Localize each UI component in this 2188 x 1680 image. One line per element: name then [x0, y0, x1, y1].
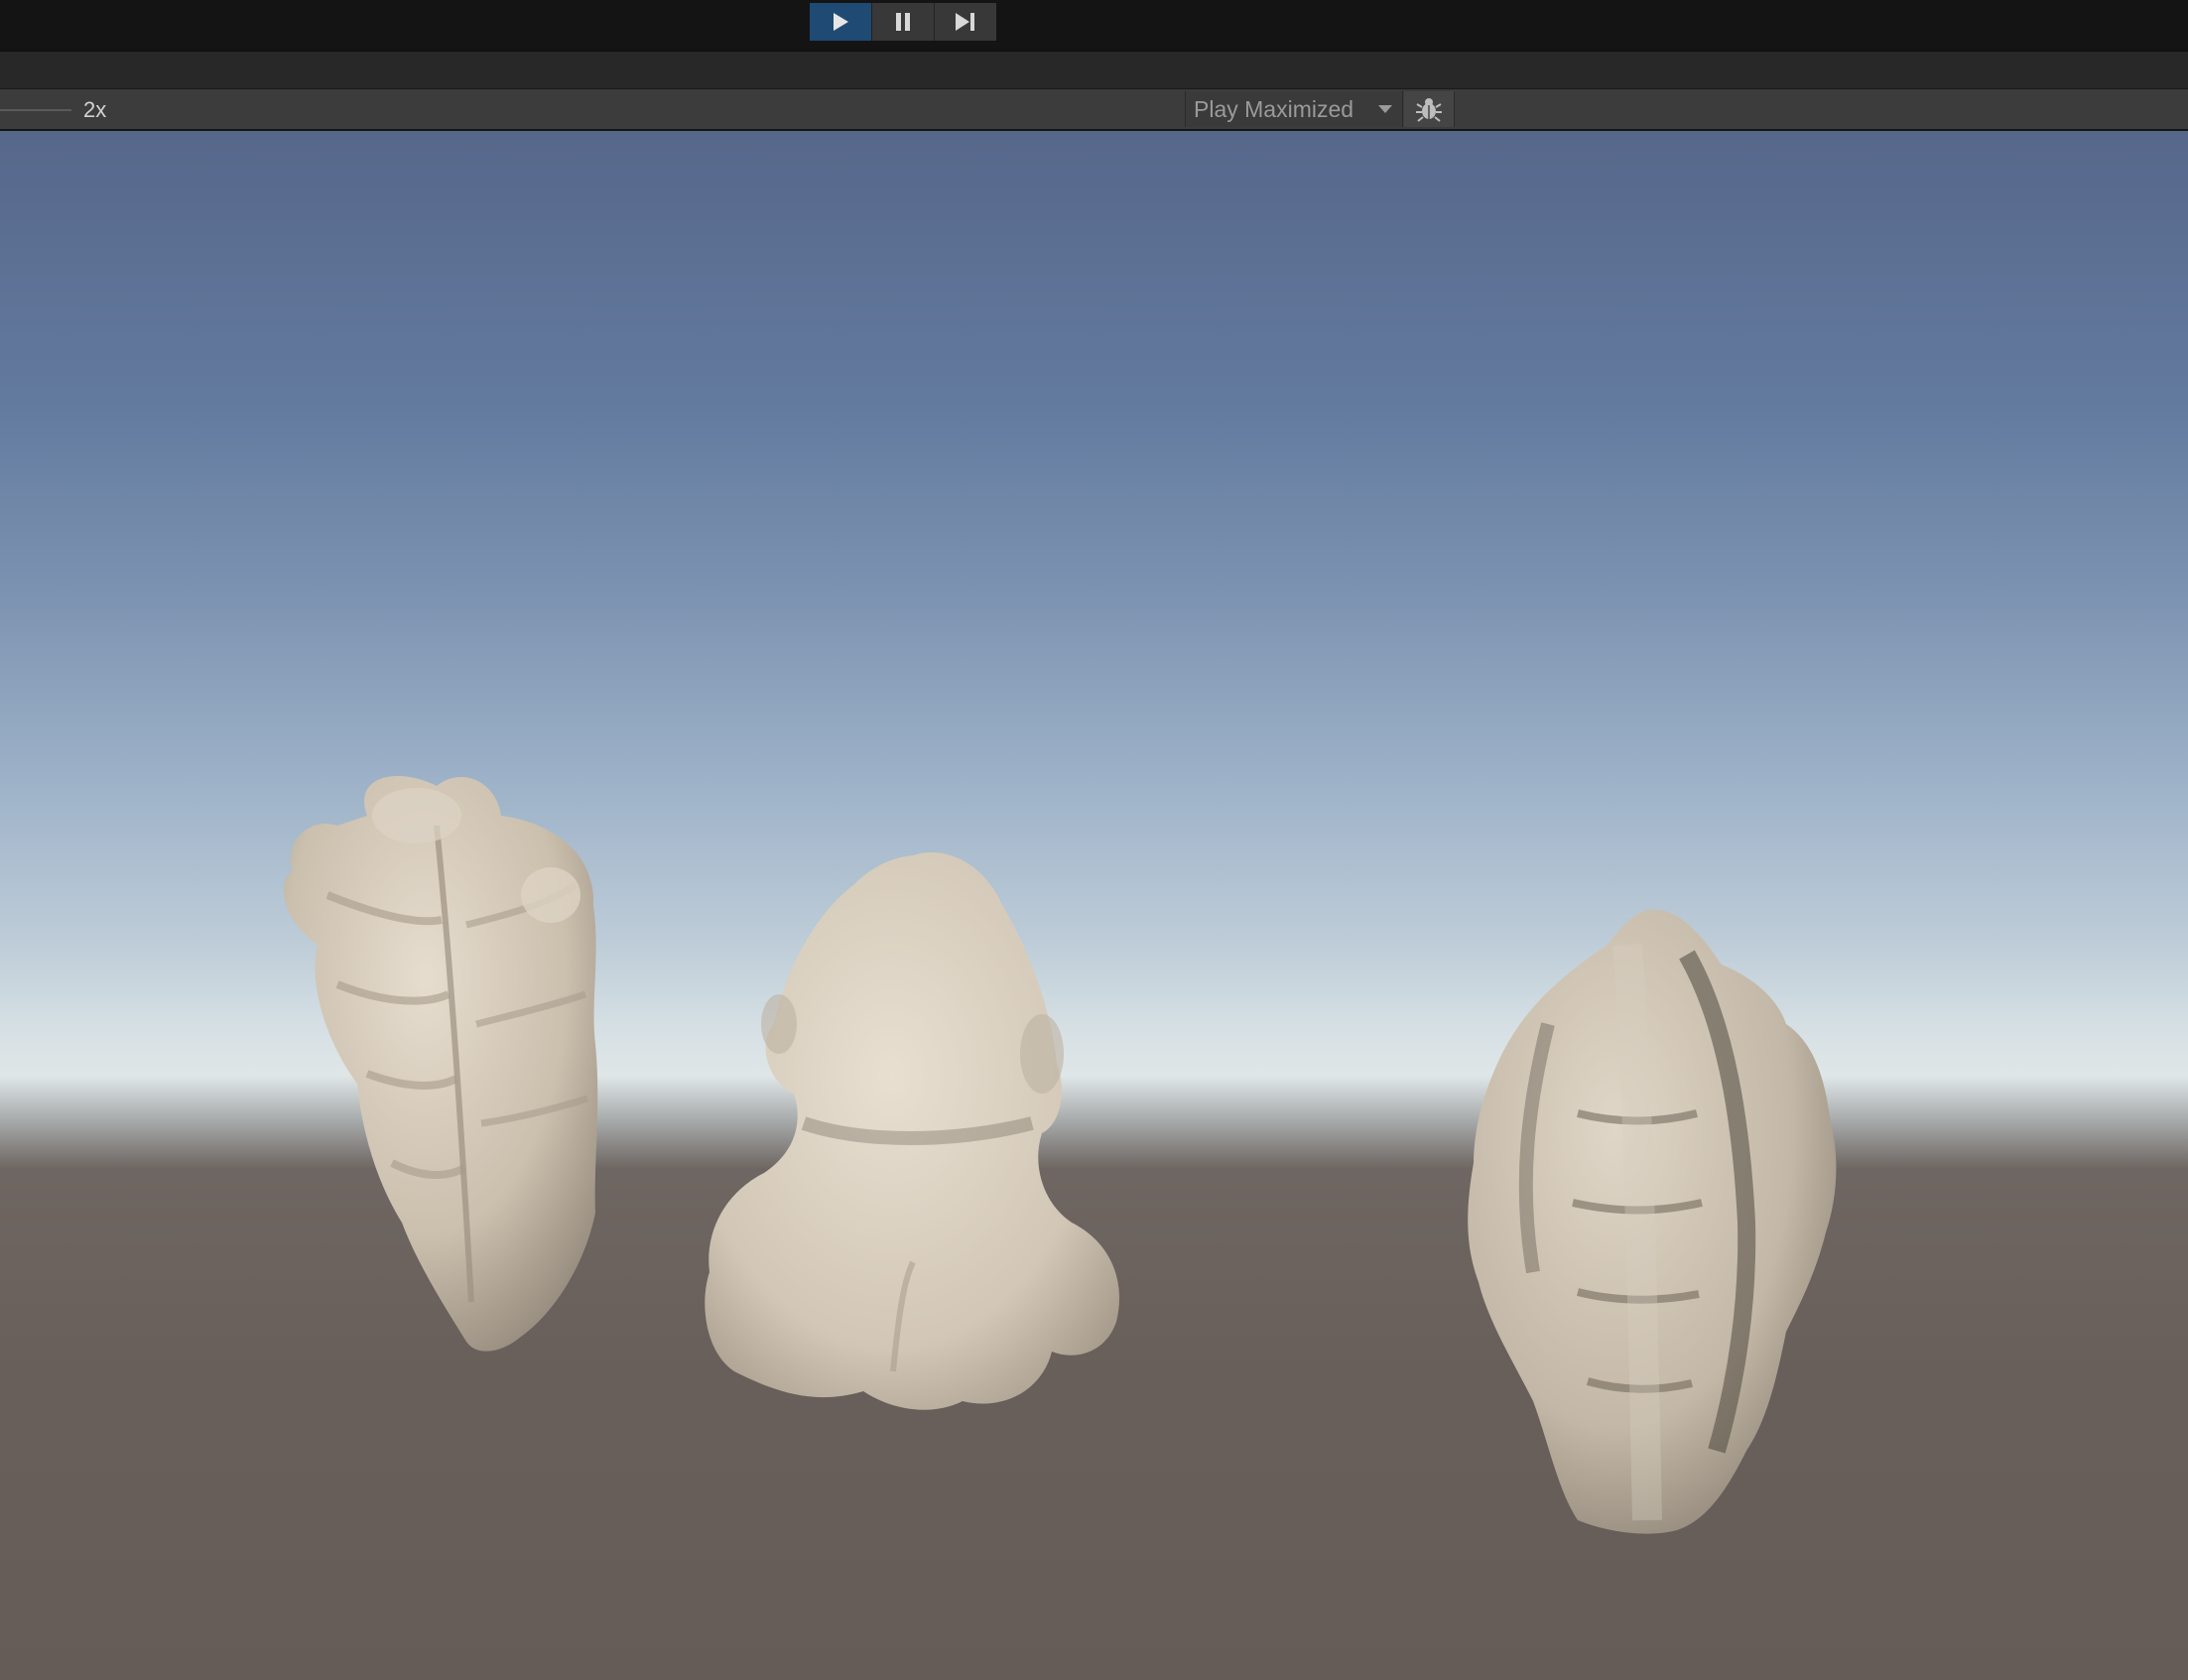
scale-slider[interactable] [0, 109, 71, 111]
main-toolbar [0, 0, 2188, 52]
scale-label: 2x [83, 97, 107, 122]
play-mode-label: Play Maximized [1194, 95, 1354, 122]
step-button[interactable] [935, 3, 996, 41]
pause-icon [896, 13, 910, 31]
bug-icon [1416, 98, 1442, 122]
debug-button[interactable] [1404, 91, 1455, 127]
game-viewport[interactable] [0, 131, 2188, 1680]
pause-button[interactable] [872, 3, 935, 41]
middle-object [705, 852, 1119, 1410]
left-object [283, 776, 598, 1352]
tab-bar [0, 52, 2188, 89]
play-mode-dropdown[interactable]: Play Maximized [1185, 91, 1403, 127]
play-controls [810, 3, 996, 41]
scene-render [283, 776, 1837, 1534]
chevron-down-icon [1378, 105, 1392, 113]
step-icon [956, 13, 974, 31]
right-object [1468, 909, 1837, 1534]
play-icon [834, 13, 848, 31]
play-button[interactable] [810, 3, 872, 41]
game-view-toolbar: 2x Play Maximized [0, 89, 2188, 131]
